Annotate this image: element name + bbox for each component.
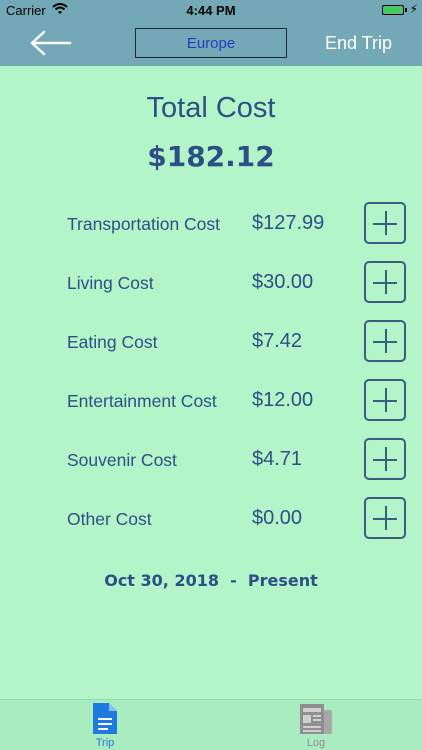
tab-trip-label: Trip: [95, 737, 115, 749]
status-time: 4:44 PM: [186, 3, 236, 18]
cost-label: Souvenir Cost: [67, 450, 177, 470]
document-icon: [93, 703, 117, 734]
cost-row-other: Other Cost $0.00: [0, 497, 422, 541]
status-bar: Carrier 4:44 PM ⚡: [0, 0, 422, 22]
trip-title: Europe: [186, 34, 236, 52]
cost-label: Entertainment Cost: [67, 391, 217, 411]
cost-label: Living Cost: [67, 273, 154, 293]
trip-date-range: Oct 30, 2018 - Present: [104, 571, 318, 590]
cost-amount: $0.00: [252, 507, 303, 529]
navigation-bar: Carrier 4:44 PM ⚡ Europe End Trip: [0, 0, 422, 66]
total-cost-title: Total Cost: [146, 92, 276, 124]
end-trip-button[interactable]: End Trip: [325, 33, 392, 54]
cost-label: Other Cost: [67, 509, 152, 529]
charging-icon: ⚡: [409, 2, 418, 16]
add-souvenir-button[interactable]: [364, 438, 406, 480]
cost-row-entertainment: Entertainment Cost $12.00: [0, 379, 422, 423]
cost-row-souvenir: Souvenir Cost $4.71: [0, 438, 422, 482]
add-other-button[interactable]: [364, 497, 406, 539]
add-transportation-button[interactable]: [364, 202, 406, 244]
battery-icon: [382, 5, 404, 15]
cost-amount: $30.00: [252, 271, 314, 293]
tab-log[interactable]: Log: [266, 700, 366, 750]
cost-row-eating: Eating Cost $7.42: [0, 320, 422, 364]
add-living-button[interactable]: [364, 261, 406, 303]
total-cost-value: $182.12: [147, 140, 275, 173]
cost-label: Transportation Cost: [67, 214, 221, 234]
battery-tip: [405, 8, 407, 12]
newspaper-icon: [300, 704, 332, 734]
add-eating-button[interactable]: [364, 320, 406, 362]
tab-trip[interactable]: Trip: [55, 700, 155, 750]
cost-row-transportation: Transportation Cost $127.99: [0, 202, 422, 246]
tab-log-label: Log: [306, 737, 326, 749]
cost-amount: $4.71: [252, 448, 303, 470]
add-entertainment-button[interactable]: [364, 379, 406, 421]
trip-title-button[interactable]: Europe: [135, 28, 287, 58]
cost-amount: $7.42: [252, 330, 303, 352]
tab-bar: Trip Log: [0, 699, 422, 750]
cost-amount: $12.00: [252, 389, 314, 411]
arrow-left-icon: [30, 30, 72, 56]
cost-amount: $127.99: [252, 212, 325, 234]
back-button[interactable]: [30, 30, 72, 56]
cost-row-living: Living Cost $30.00: [0, 261, 422, 305]
cost-label: Eating Cost: [67, 332, 158, 352]
